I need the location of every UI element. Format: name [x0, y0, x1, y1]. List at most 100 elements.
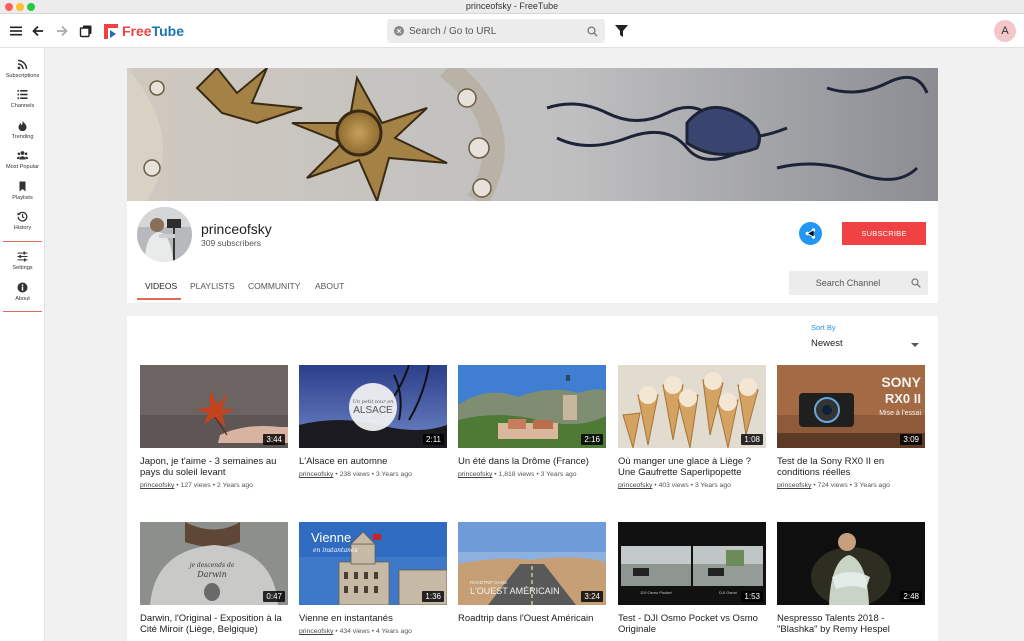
channel-name: princeofsky	[201, 221, 272, 237]
video-uploader[interactable]: princeofsky	[777, 482, 811, 489]
search-icon[interactable]	[911, 278, 921, 288]
share-channel-button[interactable]	[799, 222, 822, 245]
video-duration: 1:53	[741, 591, 763, 602]
subscriber-count: 309 subscribers	[201, 238, 262, 248]
search-input[interactable]	[409, 25, 587, 37]
sidebar-item-settings[interactable]: Settings	[0, 251, 45, 271]
video-card[interactable]: 3:44 Japon, je t'aime - 3 semaines au pa…	[140, 365, 288, 489]
video-card[interactable]: Vienne en instantanés 1:36 Vienne en ins…	[299, 522, 447, 635]
chevron-down-icon	[911, 343, 919, 347]
sidebar-item-about[interactable]: About	[0, 282, 45, 302]
video-title[interactable]: Nespresso Talents 2018 - "Blashka" by Re…	[777, 613, 925, 635]
video-title[interactable]: L'Alsace en automne	[299, 456, 447, 467]
top-nav: FreeTube A	[0, 14, 1024, 48]
video-meta: princeofsky • 127 views • 2 Years ago	[140, 482, 253, 489]
video-thumbnail[interactable]: DJI Osmo Pocket DJI Osmo 1:53	[618, 522, 766, 605]
window-titlebar: princeofsky - FreeTube	[0, 0, 1024, 14]
video-card[interactable]: je descends de Darwin 0:47 Darwin, l'Ori…	[140, 522, 288, 635]
sort-by-value: Newest	[811, 338, 843, 349]
tab-community[interactable]: COMMUNITY	[248, 281, 300, 291]
video-card[interactable]: ROADTRIP DANS L'OUEST AMÉRICAIN 3:24 Roa…	[458, 522, 606, 624]
video-title[interactable]: Vienne en instantanés	[299, 613, 447, 624]
video-views: 403 views	[658, 482, 689, 489]
sidebar-divider	[3, 241, 42, 242]
video-title[interactable]: Où manger une glace à Liège ? Une Gaufre…	[618, 456, 766, 478]
sort-by-select[interactable]: Newest	[811, 338, 919, 354]
sidebar-item-most-popular[interactable]: Most Popular	[0, 150, 45, 170]
fire-icon	[18, 120, 27, 131]
video-views: 238 views	[339, 471, 370, 478]
sidebar-item-playlists[interactable]: Playlists	[0, 181, 45, 201]
tab-about[interactable]: ABOUT	[315, 281, 344, 291]
menu-icon[interactable]	[8, 23, 24, 39]
video-card[interactable]: 2:48 Nespresso Talents 2018 - "Blashka" …	[777, 522, 925, 635]
new-window-icon[interactable]	[78, 23, 94, 39]
sidebar-item-history[interactable]: History	[0, 211, 45, 231]
video-thumbnail[interactable]: 1:08	[618, 365, 766, 448]
video-title[interactable]: Darwin, l'Original - Exposition à la Cit…	[140, 613, 288, 635]
logo-text-free: Free	[122, 23, 152, 39]
thumb-text-model: RX0 II	[885, 391, 921, 406]
video-thumbnail[interactable]: 2:48	[777, 522, 925, 605]
video-age: 4 Years ago	[375, 628, 412, 635]
freetube-logo[interactable]: FreeTube	[104, 22, 184, 40]
video-thumbnail[interactable]: 3:44	[140, 365, 288, 448]
video-title[interactable]: Roadtrip dans l'Ouest Américain	[458, 613, 606, 624]
tab-playlists[interactable]: PLAYLISTS	[190, 281, 235, 291]
subscribe-button[interactable]: SUBSCRIBE	[842, 222, 926, 245]
video-card[interactable]: Un petit tour en ALSACE 2:11 L'Alsace en…	[299, 365, 447, 478]
channel-search-input[interactable]	[789, 271, 907, 295]
search-icon[interactable]	[587, 25, 598, 37]
video-card[interactable]: 1:08 Où manger une glace à Liège ? Une G…	[618, 365, 766, 489]
tab-videos[interactable]: VIDEOS	[145, 281, 177, 291]
channel-header: princeofsky 309 subscribers SUBSCRIBE VI…	[127, 201, 938, 303]
share-icon	[805, 228, 816, 239]
video-title[interactable]: Test de la Sony RX0 II en conditions rée…	[777, 456, 925, 478]
thumb-text-big: ALSACE	[353, 405, 393, 416]
video-card[interactable]: 2:16 Un été dans la Drôme (France) princ…	[458, 365, 606, 478]
video-thumbnail[interactable]: Vienne en instantanés 1:36	[299, 522, 447, 605]
video-views: 724 views	[817, 482, 848, 489]
video-uploader[interactable]: princeofsky	[299, 471, 333, 478]
video-meta: princeofsky • 724 views • 3 Years ago	[777, 482, 890, 489]
sidebar-item-subscriptions[interactable]: Subscriptions	[0, 59, 45, 79]
video-title[interactable]: Test - DJI Osmo Pocket vs Osmo Originale	[618, 613, 766, 635]
video-thumbnail[interactable]: je descends de Darwin 0:47	[140, 522, 288, 605]
sidebar-label: About	[15, 296, 30, 302]
sidebar-item-channels[interactable]: Channels	[0, 89, 45, 109]
video-uploader[interactable]: princeofsky	[618, 482, 652, 489]
thumb-text-big: SONY	[881, 374, 921, 390]
bookmark-icon	[19, 181, 26, 192]
sidebar-label: History	[13, 225, 32, 231]
profile-avatar[interactable]: A	[994, 20, 1016, 42]
video-uploader[interactable]: princeofsky	[458, 471, 492, 478]
video-title[interactable]: Un été dans la Drôme (France)	[458, 456, 606, 467]
history-icon	[17, 211, 28, 222]
video-thumbnail[interactable]: 2:16	[458, 365, 606, 448]
video-thumbnail[interactable]: SONY RX0 II Mise à l'essai 3:09	[777, 365, 925, 448]
clear-search-icon[interactable]	[394, 26, 404, 36]
sort-by-label: Sort By	[811, 323, 836, 332]
filter-icon[interactable]	[615, 25, 628, 37]
list-icon	[17, 90, 28, 99]
back-arrow-icon[interactable]	[30, 23, 46, 39]
video-card[interactable]: SONY RX0 II Mise à l'essai 3:09 Test de …	[777, 365, 925, 489]
sidebar-label: Channels	[10, 103, 35, 109]
video-title[interactable]: Japon, je t'aime - 3 semaines au pays du…	[140, 456, 288, 478]
video-duration: 3:44	[263, 434, 285, 445]
video-thumbnail[interactable]: ROADTRIP DANS L'OUEST AMÉRICAIN 3:24	[458, 522, 606, 605]
video-uploader[interactable]: princeofsky	[140, 482, 174, 489]
video-card[interactable]: DJI Osmo Pocket DJI Osmo 1:53 Test - DJI…	[618, 522, 766, 635]
video-age: 3 Years ago	[853, 482, 890, 489]
forward-arrow-icon[interactable]	[54, 23, 70, 39]
thumb-text-small: ROADTRIP DANS	[470, 580, 507, 585]
video-age: 3 Years ago	[694, 482, 731, 489]
thumb-text-big: Vienne	[311, 530, 351, 545]
video-views: 434 views	[339, 628, 370, 635]
side-nav: Subscriptions Channels Trending Most Pop…	[0, 48, 45, 641]
sidebar-item-trending[interactable]: Trending	[0, 120, 45, 140]
video-meta: princeofsky • 1,818 views • 3 Years ago	[458, 471, 577, 478]
video-thumbnail[interactable]: Un petit tour en ALSACE 2:11	[299, 365, 447, 448]
channel-avatar[interactable]	[137, 207, 192, 262]
video-uploader[interactable]: princeofsky	[299, 628, 333, 635]
